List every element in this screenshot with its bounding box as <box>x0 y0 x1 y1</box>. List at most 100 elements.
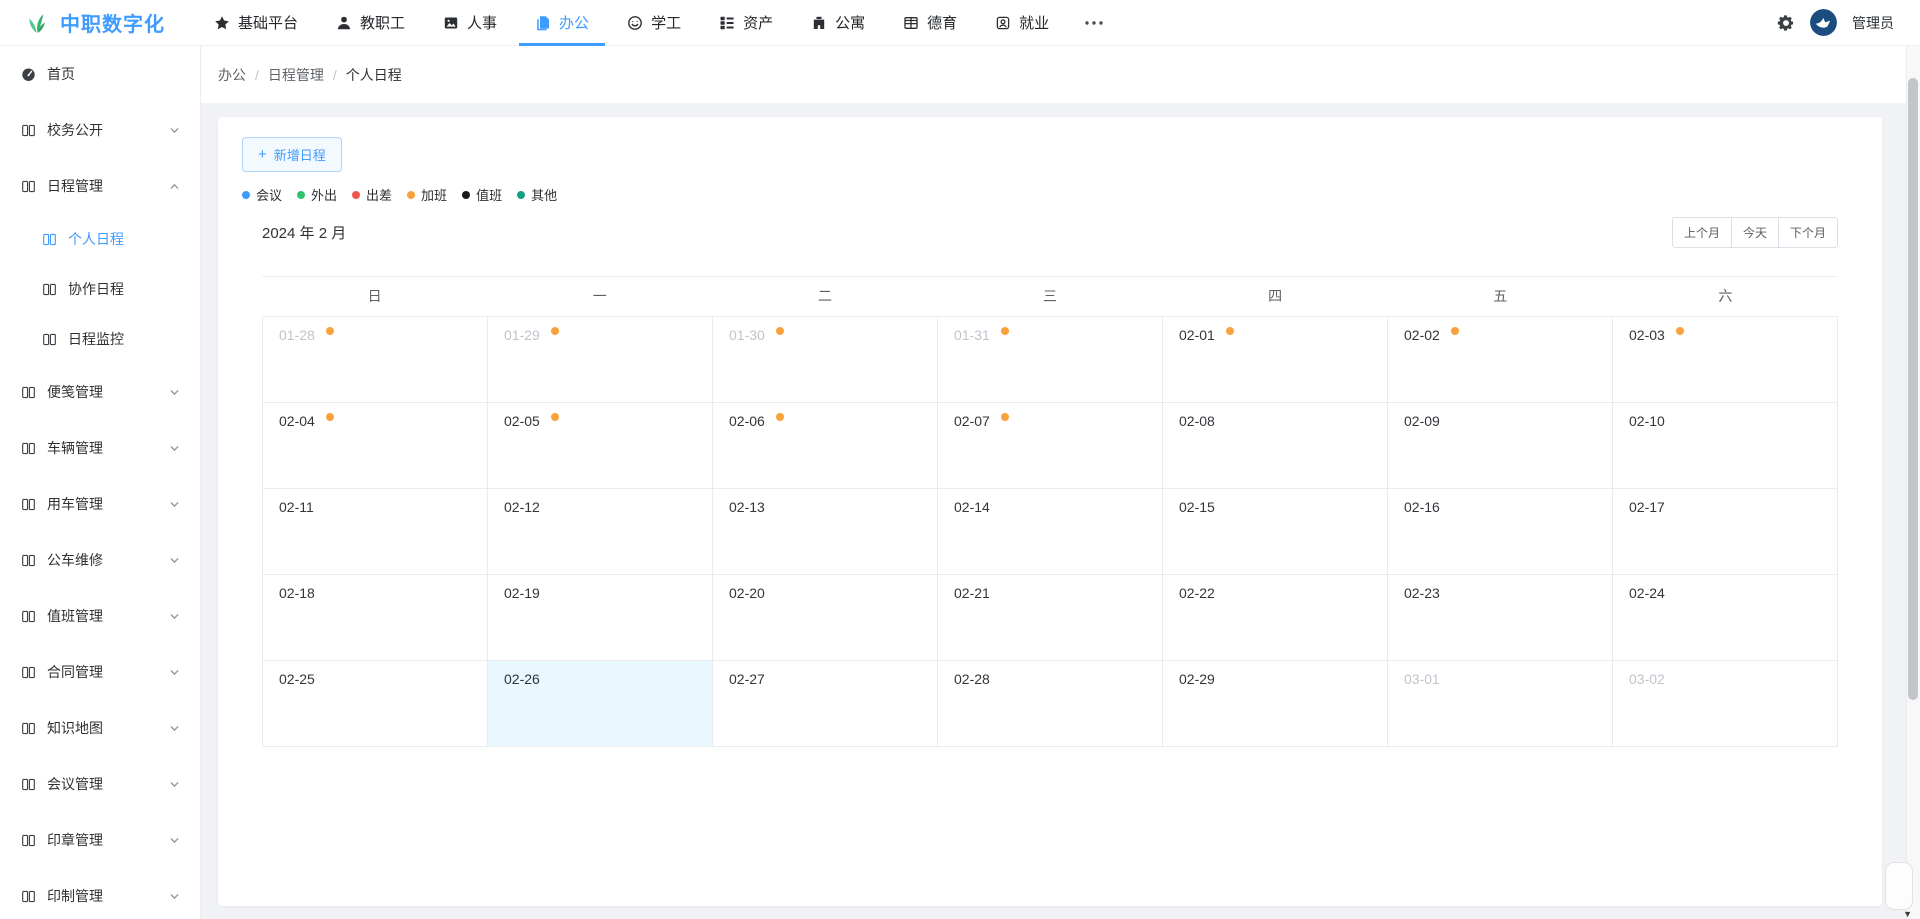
breadcrumb-item-日程管理[interactable]: 日程管理 <box>268 65 324 85</box>
calendar-cell-02-21[interactable]: 02-21 <box>938 575 1163 661</box>
topnav-item-资产[interactable]: 资产 <box>700 0 792 45</box>
calendar-cell-02-05[interactable]: 02-05 <box>488 403 713 489</box>
book-icon <box>21 179 36 194</box>
topnav-item-公寓[interactable]: 公寓 <box>792 0 884 45</box>
calendar-cell-02-19[interactable]: 02-19 <box>488 575 713 661</box>
sidebar-item-车辆管理[interactable]: 车辆管理 <box>0 420 200 476</box>
dashboard-icon <box>21 67 36 82</box>
content-area: + 新增日程 会议外出出差加班值班其他 2024 年 2 月 上个月今天下个月 … <box>201 103 1920 919</box>
sidebar-item-合同管理[interactable]: 合同管理 <box>0 644 200 700</box>
calendar-cell-02-20[interactable]: 02-20 <box>713 575 938 661</box>
calendar-cell-02-04[interactable]: 02-04 <box>263 403 488 489</box>
sidebar-subitem-协作日程[interactable]: 协作日程 <box>0 264 200 314</box>
topnav-item-学工[interactable]: 学工 <box>608 0 700 45</box>
calendar-cell-03-01[interactable]: 03-01 <box>1388 661 1613 747</box>
legend-item-加班: 加班 <box>407 185 447 204</box>
calendar-cell-02-07[interactable]: 02-07 <box>938 403 1163 489</box>
calendar-cell-02-16[interactable]: 02-16 <box>1388 489 1613 575</box>
sidebar-subitem-个人日程[interactable]: 个人日程 <box>0 214 200 264</box>
photo-icon <box>443 15 459 31</box>
calendar-cell-02-18[interactable]: 02-18 <box>263 575 488 661</box>
topnav-item-办公[interactable]: 办公 <box>516 0 608 45</box>
sidebar-item-便笺管理[interactable]: 便笺管理 <box>0 364 200 420</box>
calendar-cell-02-09[interactable]: 02-09 <box>1388 403 1613 489</box>
calendar-cell-02-12[interactable]: 02-12 <box>488 489 713 575</box>
sidebar-item-用车管理[interactable]: 用车管理 <box>0 476 200 532</box>
date-label: 02-24 <box>1629 585 1665 601</box>
sidebar-item-知识地图[interactable]: 知识地图 <box>0 700 200 756</box>
sidebar-item-印章管理[interactable]: 印章管理 <box>0 812 200 868</box>
sidebar-item-值班管理[interactable]: 值班管理 <box>0 588 200 644</box>
date-label: 02-21 <box>954 585 990 601</box>
sidebar-item-日程管理[interactable]: 日程管理 <box>0 158 200 214</box>
sidebar-item-label: 印制管理 <box>47 886 103 906</box>
sidebar-item-校务公开[interactable]: 校务公开 <box>0 102 200 158</box>
gear-icon[interactable] <box>1777 14 1795 32</box>
more-icon[interactable] <box>1068 20 1120 26</box>
weekday-一: 一 <box>487 286 712 306</box>
app-root: 中职数字化 基础平台教职工人事办公学工资产公寓德育就业 管理员 首页校务公开日程… <box>0 0 1920 919</box>
calendar-cell-02-13[interactable]: 02-13 <box>713 489 938 575</box>
calendar-cell-02-11[interactable]: 02-11 <box>263 489 488 575</box>
calendar-cell-02-23[interactable]: 02-23 <box>1388 575 1613 661</box>
add-schedule-button[interactable]: + 新增日程 <box>242 137 342 172</box>
legend-dot <box>517 191 525 199</box>
date-label: 01-30 <box>729 327 765 343</box>
sidebar-item-首页[interactable]: 首页 <box>0 46 200 102</box>
sidebar-item-公车维修[interactable]: 公车维修 <box>0 532 200 588</box>
scroll-down-arrow-icon[interactable]: ▼ <box>1903 909 1912 919</box>
calendar-cell-01-30[interactable]: 01-30 <box>713 317 938 403</box>
calendar-cell-02-22[interactable]: 02-22 <box>1163 575 1388 661</box>
calendar-cell-02-15[interactable]: 02-15 <box>1163 489 1388 575</box>
calendar-header: 2024 年 2 月 上个月今天下个月 <box>262 217 1838 248</box>
weekday-header-row: 日一二三四五六 <box>262 276 1838 316</box>
weekday-六: 六 <box>1613 286 1838 306</box>
username[interactable]: 管理员 <box>1852 13 1894 33</box>
topnav-item-基础平台[interactable]: 基础平台 <box>195 0 317 45</box>
sidebar-item-印制管理[interactable]: 印制管理 <box>0 868 200 919</box>
sidebar-item-会议管理[interactable]: 会议管理 <box>0 756 200 812</box>
calendar-cell-01-29[interactable]: 01-29 <box>488 317 713 403</box>
tree-list-icon <box>719 15 735 31</box>
calendar-cell-02-25[interactable]: 02-25 <box>263 661 488 747</box>
legend-label: 出差 <box>366 185 392 204</box>
calendar-cell-02-14[interactable]: 02-14 <box>938 489 1163 575</box>
calendar-cell-02-26[interactable]: 02-26 <box>488 661 713 747</box>
vertical-scrollbar-thumb[interactable] <box>1908 78 1918 700</box>
user-avatar[interactable] <box>1810 9 1837 36</box>
book-icon <box>42 332 57 347</box>
calendar-cell-02-03[interactable]: 02-03 <box>1613 317 1838 403</box>
legend-label: 加班 <box>421 185 447 204</box>
calendar-cell-02-24[interactable]: 02-24 <box>1613 575 1838 661</box>
calendar-cell-02-10[interactable]: 02-10 <box>1613 403 1838 489</box>
topnav-item-人事[interactable]: 人事 <box>424 0 516 45</box>
calendar-nav-button-下个月[interactable]: 下个月 <box>1778 217 1838 248</box>
date-label: 03-02 <box>1629 671 1665 687</box>
calendar-cell-01-28[interactable]: 01-28 <box>263 317 488 403</box>
breadcrumb-bar: 办公/日程管理/个人日程 <box>201 46 1920 103</box>
date-label: 02-27 <box>729 671 765 687</box>
topnav-item-德育[interactable]: 德育 <box>884 0 976 45</box>
calendar-cell-02-29[interactable]: 02-29 <box>1163 661 1388 747</box>
calendar-cell-02-02[interactable]: 02-02 <box>1388 317 1613 403</box>
calendar-nav-button-上个月[interactable]: 上个月 <box>1672 217 1732 248</box>
app-logo[interactable]: 中职数字化 <box>24 8 165 37</box>
floating-widget[interactable] <box>1885 862 1913 910</box>
legend-dot <box>407 191 415 199</box>
sidebar-subitem-日程监控[interactable]: 日程监控 <box>0 314 200 364</box>
calendar-cell-03-02[interactable]: 03-02 <box>1613 661 1838 747</box>
calendar-cell-02-01[interactable]: 02-01 <box>1163 317 1388 403</box>
calendar-nav-button-今天[interactable]: 今天 <box>1731 217 1779 248</box>
calendar-cell-02-17[interactable]: 02-17 <box>1613 489 1838 575</box>
legend-dot <box>462 191 470 199</box>
calendar-cell-02-28[interactable]: 02-28 <box>938 661 1163 747</box>
chevron-up-icon <box>169 181 180 192</box>
calendar-cell-02-06[interactable]: 02-06 <box>713 403 938 489</box>
calendar-cell-02-08[interactable]: 02-08 <box>1163 403 1388 489</box>
breadcrumb-item-办公[interactable]: 办公 <box>218 65 246 85</box>
calendar-cell-01-31[interactable]: 01-31 <box>938 317 1163 403</box>
vertical-scrollbar-track[interactable] <box>1906 46 1920 919</box>
calendar-cell-02-27[interactable]: 02-27 <box>713 661 938 747</box>
topnav-item-就业[interactable]: 就业 <box>976 0 1068 45</box>
topnav-item-教职工[interactable]: 教职工 <box>317 0 424 45</box>
